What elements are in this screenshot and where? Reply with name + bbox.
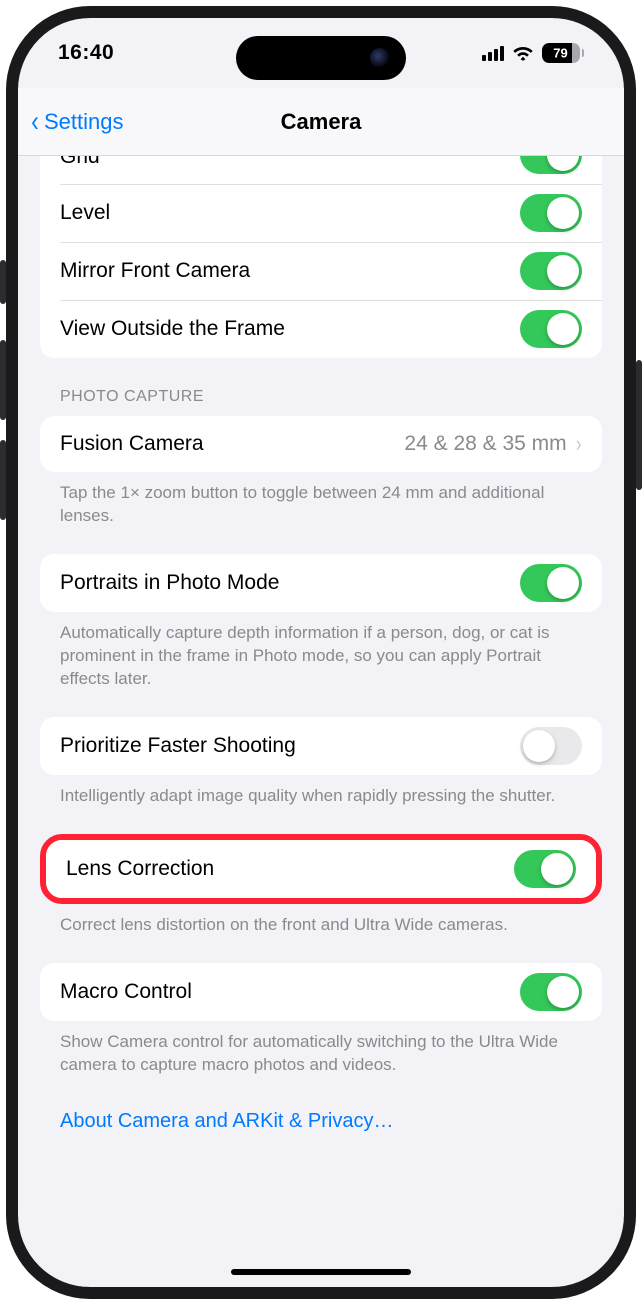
toggle-view-outside-frame[interactable] <box>520 310 582 348</box>
row-label-fusion: Fusion Camera <box>60 432 204 456</box>
toggle-macro-control[interactable] <box>520 973 582 1011</box>
section-header-photo-capture: PHOTO CAPTURE <box>40 358 602 416</box>
volume-up-button <box>0 340 6 420</box>
macro-control-group: Macro Control <box>40 963 602 1021</box>
row-label-macro: Macro Control <box>60 980 192 1004</box>
row-lens-correction[interactable]: Lens Correction <box>46 840 596 898</box>
portraits-group: Portraits in Photo Mode <box>40 554 602 612</box>
settings-content[interactable]: Grid Level Mirror Front Camera View Outs… <box>18 156 624 1287</box>
row-label-faster: Prioritize Faster Shooting <box>60 734 296 758</box>
fusion-camera-group: Fusion Camera 24 & 28 & 35 mm › <box>40 416 602 472</box>
wifi-icon <box>512 45 534 61</box>
footer-fusion: Tap the 1× zoom button to toggle between… <box>40 472 602 528</box>
row-label-level: Level <box>60 201 110 225</box>
cellular-signal-icon <box>482 45 504 61</box>
screen: 16:40 79 ‹ Se <box>18 18 624 1287</box>
toggle-portraits-photo-mode[interactable] <box>520 564 582 602</box>
toggle-mirror-front-camera[interactable] <box>520 252 582 290</box>
toggle-prioritize-faster-shooting[interactable] <box>520 727 582 765</box>
composition-group: Grid Level Mirror Front Camera View Outs… <box>40 156 602 358</box>
row-label-portraits: Portraits in Photo Mode <box>60 571 279 595</box>
toggle-level[interactable] <box>520 194 582 232</box>
toggle-grid[interactable] <box>520 156 582 174</box>
back-button[interactable]: ‹ Settings <box>30 107 124 137</box>
row-label-mirror: Mirror Front Camera <box>60 259 250 283</box>
volume-down-button <box>0 440 6 520</box>
page-title: Camera <box>281 109 362 135</box>
row-level[interactable]: Level <box>40 184 602 242</box>
chevron-left-icon: ‹ <box>31 107 39 137</box>
power-button <box>636 360 642 490</box>
chevron-right-icon: › <box>576 431 581 457</box>
nav-bar: ‹ Settings Camera <box>18 88 624 156</box>
row-view-outside-frame[interactable]: View Outside the Frame <box>40 300 602 358</box>
row-portraits-photo-mode[interactable]: Portraits in Photo Mode <box>40 554 602 612</box>
highlight-lens-correction: Lens Correction <box>40 834 602 904</box>
toggle-lens-correction[interactable] <box>514 850 576 888</box>
silent-switch <box>0 260 6 304</box>
footer-faster: Intelligently adapt image quality when r… <box>40 775 602 808</box>
faster-shooting-group: Prioritize Faster Shooting <box>40 717 602 775</box>
dynamic-island <box>236 36 406 80</box>
footer-macro: Show Camera control for automatically sw… <box>40 1021 602 1077</box>
battery-percent: 79 <box>542 46 580 61</box>
battery-indicator: 79 <box>542 43 585 63</box>
row-label-grid: Grid <box>60 156 100 163</box>
home-indicator[interactable] <box>231 1269 411 1275</box>
row-grid[interactable]: Grid <box>40 156 602 184</box>
row-label-outside: View Outside the Frame <box>60 317 285 341</box>
status-indicators: 79 <box>482 43 585 63</box>
back-label: Settings <box>44 109 124 135</box>
about-camera-privacy-link[interactable]: About Camera and ARKit & Privacy… <box>40 1076 602 1143</box>
footer-lens: Correct lens distortion on the front and… <box>40 904 602 937</box>
row-value-fusion: 24 & 28 & 35 mm › <box>404 431 582 457</box>
phone-frame: 16:40 79 ‹ Se <box>6 6 636 1299</box>
footer-portraits: Automatically capture depth information … <box>40 612 602 691</box>
status-time: 16:40 <box>58 41 114 65</box>
row-fusion-camera[interactable]: Fusion Camera 24 & 28 & 35 mm › <box>40 416 602 472</box>
row-mirror-front-camera[interactable]: Mirror Front Camera <box>40 242 602 300</box>
row-prioritize-faster-shooting[interactable]: Prioritize Faster Shooting <box>40 717 602 775</box>
front-camera-icon <box>370 48 390 68</box>
lens-correction-group: Lens Correction <box>46 840 596 898</box>
row-macro-control[interactable]: Macro Control <box>40 963 602 1021</box>
row-label-lens: Lens Correction <box>66 857 214 881</box>
